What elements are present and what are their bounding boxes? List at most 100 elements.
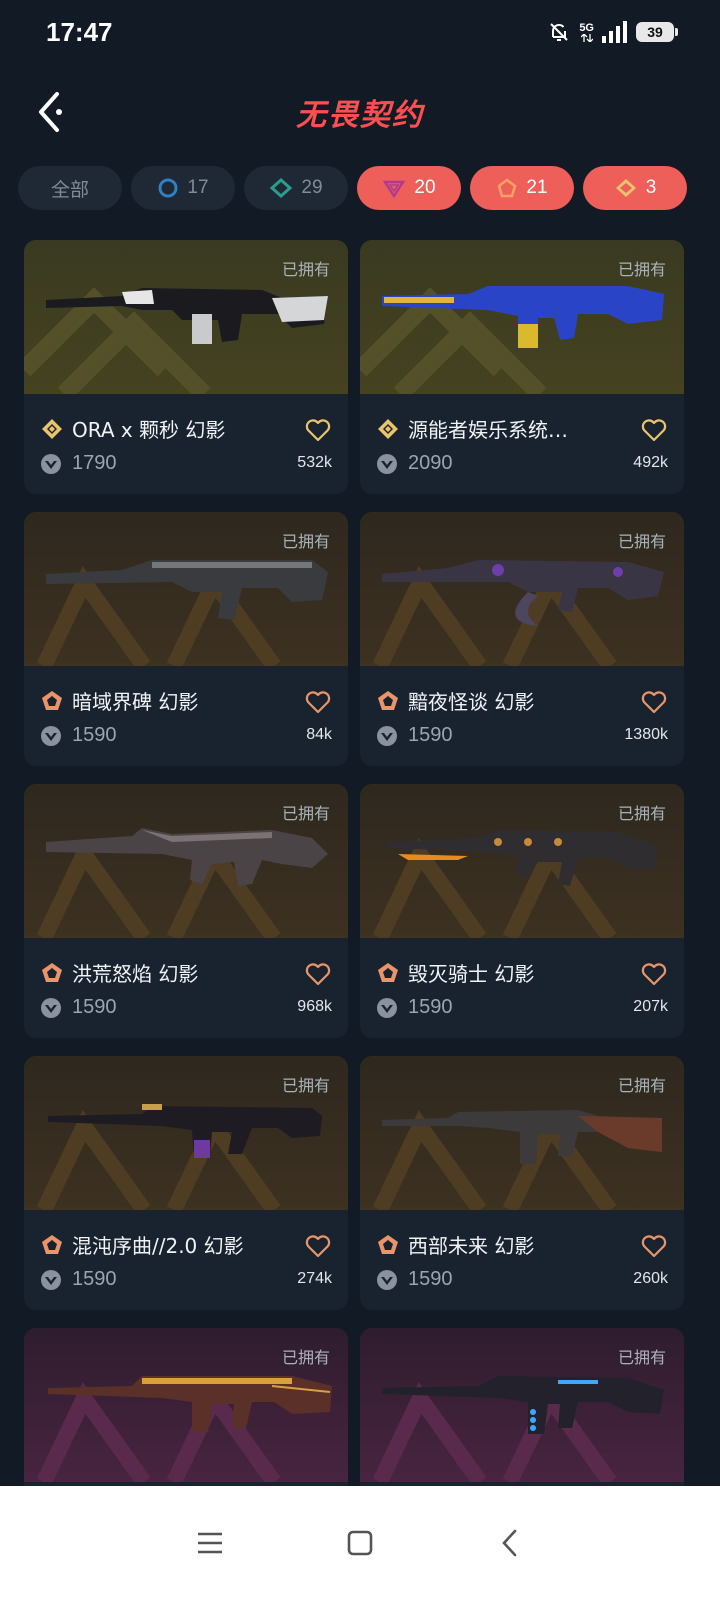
heart-icon: [641, 1235, 667, 1258]
signal-icon: [602, 21, 627, 43]
triangle-tier-icon: [383, 180, 406, 199]
favorite-button[interactable]: [640, 688, 668, 716]
menu-icon: [198, 1532, 222, 1554]
filter-count: 17: [187, 177, 209, 198]
card-info: ORA x 颗秒 幻影 1790 532k: [24, 394, 348, 494]
pentagon-tier-icon: [40, 961, 64, 985]
skin-price: 1590: [408, 1268, 453, 1290]
skin-image: 已拥有: [24, 512, 348, 666]
favorite-button[interactable]: [640, 416, 668, 444]
card-info: 洪荒怒焰 幻影 1590 968k: [24, 938, 348, 1038]
tier-filter-bar: 全部 17 29 20 21 3: [18, 166, 687, 210]
favorite-button[interactable]: [304, 688, 332, 716]
page-title: 无畏契约: [296, 98, 424, 133]
skin-image: 已拥有: [360, 1056, 684, 1210]
filter-circle-tier[interactable]: 17: [131, 166, 235, 210]
battery-icon: 39: [636, 22, 678, 42]
skin-image: 已拥有: [24, 784, 348, 938]
likes-count: 207k: [633, 998, 668, 1015]
filter-triangle-tier[interactable]: 20: [357, 166, 461, 210]
skin-card[interactable]: 已拥有 洪荒怒焰 幻影 1590 968k: [24, 784, 348, 1038]
mute-bell-icon: [550, 23, 569, 41]
skin-image: 已拥有: [360, 240, 684, 394]
skin-price: 1590: [408, 996, 453, 1018]
skin-image: 已拥有: [24, 1056, 348, 1210]
favorite-button[interactable]: [304, 960, 332, 988]
heart-icon: [305, 691, 331, 714]
skin-price: 1590: [72, 1268, 117, 1290]
gem-tier-icon: [376, 417, 400, 441]
owned-badge: 已拥有: [617, 804, 666, 823]
skin-card[interactable]: 已拥有 黯夜怪谈 幻影 1590 1380k: [360, 512, 684, 766]
likes-count: 260k: [633, 1270, 668, 1287]
home-button[interactable]: [340, 1523, 380, 1563]
card-info: 毁灭骑士 幻影 1590 207k: [360, 938, 684, 1038]
favorite-button[interactable]: [640, 960, 668, 988]
filter-all[interactable]: 全部: [18, 166, 122, 210]
vp-currency-icon: [41, 453, 61, 474]
heart-icon: [305, 1235, 331, 1258]
filter-count: 20: [414, 177, 436, 198]
circle-tier-icon: [158, 178, 178, 198]
filter-count: 21: [526, 177, 548, 198]
likes-count: 532k: [297, 454, 332, 471]
heart-icon: [305, 963, 331, 986]
system-back-button[interactable]: [490, 1523, 530, 1563]
skin-card[interactable]: 已拥有 ORA x 颗秒 幻影 1790 532k: [24, 240, 348, 494]
skin-card[interactable]: 已拥有 毁灭骑士 幻影 1590 207k: [360, 784, 684, 1038]
pentagon-tier-icon: [376, 961, 400, 985]
vp-currency-icon: [377, 725, 397, 746]
skin-price: 1590: [72, 996, 117, 1018]
skin-card[interactable]: 已拥有 西部未来 幻影 1590 260k: [360, 1056, 684, 1310]
skin-name: 源能者娱乐系统…: [408, 418, 568, 442]
filter-gem-tier[interactable]: 3: [583, 166, 687, 210]
pentagon-tier-icon: [376, 1233, 400, 1257]
skin-image: 已拥有: [360, 784, 684, 938]
likes-count: 1380k: [624, 726, 668, 743]
status-time: 17:47: [46, 16, 113, 47]
skin-card[interactable]: 已拥有 混沌序曲//2.0 幻影 1590 274k: [24, 1056, 348, 1310]
vp-currency-icon: [377, 997, 397, 1018]
recents-button[interactable]: [190, 1523, 230, 1563]
owned-badge: 已拥有: [617, 532, 666, 551]
owned-badge: 已拥有: [617, 1348, 666, 1367]
gem-tier-icon: [615, 179, 636, 197]
card-info: 源能者娱乐系统… 2090 492k: [360, 394, 684, 494]
skin-price: 2090: [408, 452, 453, 474]
rifle-icon: [48, 1376, 332, 1432]
owned-badge: 已拥有: [281, 260, 330, 279]
pentagon-tier-icon: [40, 689, 64, 713]
filter-count: 29: [301, 177, 323, 198]
owned-badge: 已拥有: [281, 532, 330, 551]
rifle-icon: [46, 288, 328, 344]
skin-price: 1590: [408, 724, 453, 746]
card-info: 混沌序曲//2.0 幻影 1590 274k: [24, 1210, 348, 1310]
skin-card[interactable]: 已拥有 源能者娱乐系统… 2090 492k: [360, 240, 684, 494]
skin-name: 黯夜怪谈 幻影: [408, 690, 535, 714]
owned-badge: 已拥有: [281, 804, 330, 823]
rifle-icon: [388, 830, 658, 886]
filter-diamond-tier[interactable]: 29: [244, 166, 348, 210]
heart-icon: [305, 419, 331, 442]
favorite-button[interactable]: [304, 416, 332, 444]
network-type: 5G: [579, 21, 594, 34]
skin-card[interactable]: 已拥有 暗域界碑 幻影 1590 84k: [24, 512, 348, 766]
favorite-button[interactable]: [640, 1232, 668, 1260]
rifle-icon: [382, 560, 664, 626]
likes-count: 968k: [297, 998, 332, 1015]
likes-count: 274k: [297, 1270, 332, 1287]
skin-image: 已拥有: [360, 1328, 684, 1482]
filter-pentagon-tier[interactable]: 21: [470, 166, 574, 210]
card-info: 西部未来 幻影 1590 260k: [360, 1210, 684, 1310]
skin-image: 已拥有: [24, 240, 348, 394]
skin-name: ORA x 颗秒 幻影: [72, 418, 226, 442]
card-info: 黯夜怪谈 幻影 1590 1380k: [360, 666, 684, 766]
skin-image: 已拥有: [360, 512, 684, 666]
skin-name: 毁灭骑士 幻影: [408, 962, 535, 986]
skin-grid: 已拥有 ORA x 颗秒 幻影 1790 532k 已拥有 源能者娱乐系统… 2…: [24, 240, 696, 1582]
skin-name: 西部未来 幻影: [408, 1234, 535, 1258]
status-bar: 17:47 5G 39: [0, 0, 720, 64]
skin-price: 1790: [72, 452, 117, 474]
favorite-button[interactable]: [304, 1232, 332, 1260]
system-nav-bar: [0, 1486, 720, 1600]
